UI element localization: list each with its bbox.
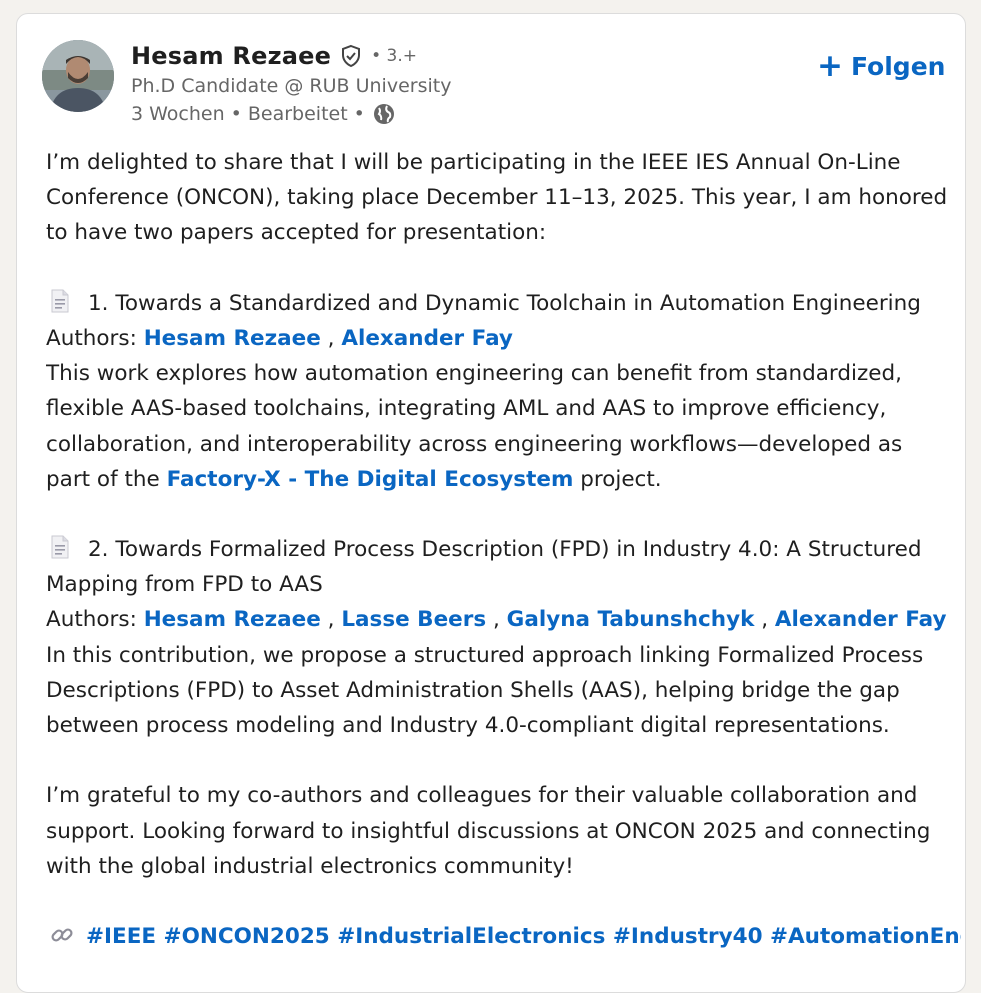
paper2-title-line: 2. Towards Formalized Process Descriptio…	[46, 532, 961, 567]
author-link[interactable]: Alexander Fay	[341, 326, 513, 351]
closing-line: support. Looking forward to insightful d…	[46, 818, 931, 844]
desc-suffix: project.	[580, 466, 662, 492]
desc-prefix: part of the	[46, 466, 160, 492]
author-link[interactable]: Lasse Beers	[341, 607, 486, 632]
intro-line: Conference (ONCON), taking place Decembe…	[46, 185, 948, 211]
paper1-title: 1. Towards a Standardized and Dynamic To…	[88, 290, 921, 316]
post-body: I’m delighted to share that I will be pa…	[46, 145, 961, 954]
avatar[interactable]	[42, 40, 114, 112]
paper1-desc-line: This work explores how automation engine…	[46, 361, 903, 387]
paper2-authors-line: Authors: Hesam Rezaee , Lasse Beers , Ga…	[46, 602, 961, 637]
project-link[interactable]: Factory-X - The Digital Ecosystem	[167, 467, 574, 492]
author-link[interactable]: Galyna Tabunshchyk	[507, 607, 755, 632]
follow-button[interactable]: + Folgen	[817, 48, 945, 84]
meta-separator-2: •	[353, 103, 365, 125]
author-name[interactable]: Hesam Rezaee	[131, 42, 331, 70]
globe-icon	[372, 102, 396, 126]
intro-line: I’m delighted to share that I will be pa…	[46, 150, 901, 175]
paper1-desc-last-line: part of the Factory-X - The Digital Ecos…	[46, 462, 961, 497]
paper2-desc-line: between process modeling and Industry 4.…	[46, 713, 890, 738]
author-headline: Ph.D Candidate @ RUB University	[131, 75, 452, 97]
plus-icon: +	[817, 47, 843, 84]
author-link[interactable]: Alexander Fay	[775, 607, 947, 632]
meta-separator: •	[230, 103, 242, 125]
author-comma: ,	[761, 607, 769, 633]
paper1-authors-line: Authors: Hesam Rezaee , Alexander Fay	[46, 321, 961, 356]
post-card: Hesam Rezaee • 3.+ Ph.D Candidate @ RUB …	[16, 13, 966, 993]
paper2-desc-line: In this contribution, we propose a struc…	[46, 642, 924, 668]
authors-label: Authors:	[46, 325, 137, 351]
connection-degree: • 3.+	[371, 46, 417, 66]
closing-line: with the global industrial electronics c…	[46, 853, 574, 879]
edited-label: Bearbeitet	[247, 103, 348, 125]
paper1-title-line: 1. Towards a Standardized and Dynamic To…	[46, 286, 961, 321]
post-meta: 3 Wochen • Bearbeitet •	[131, 102, 396, 126]
authors-label: Authors:	[46, 607, 137, 633]
author-link[interactable]: Hesam Rezaee	[144, 326, 321, 351]
link-chain-icon	[50, 923, 74, 954]
closing-line: I’m grateful to my co-authors and collea…	[46, 783, 918, 809]
paper2-title: 2. Towards Formalized Process Descriptio…	[88, 537, 922, 563]
follow-label: Folgen	[850, 51, 946, 81]
paper2-desc-line: Descriptions (FPD) to Asset Administrati…	[46, 677, 900, 703]
paper1-desc-line: flexible AAS-based toolchains, integrati…	[46, 396, 887, 422]
hashtags-line: #IEEE #ONCON2025 #IndustrialElectronics …	[46, 919, 961, 954]
author-comma: ,	[492, 607, 500, 633]
paper2-title-line: Mapping from FPD to AAS	[46, 572, 323, 598]
hashtags[interactable]: #IEEE #ONCON2025 #IndustrialElectronics …	[86, 924, 961, 949]
post-time: 3 Wochen	[131, 103, 225, 125]
paper1-desc-line: collaboration, and interoperability acro…	[46, 431, 903, 457]
intro-line: to have two papers accepted for presenta…	[46, 220, 547, 246]
author-comma: ,	[327, 607, 335, 633]
verified-shield-icon	[339, 44, 363, 68]
author-name-row: Hesam Rezaee • 3.+	[131, 40, 417, 72]
document-icon	[50, 535, 70, 567]
author-comma: ,	[327, 325, 335, 351]
author-link[interactable]: Hesam Rezaee	[144, 607, 321, 632]
document-icon	[50, 289, 70, 321]
